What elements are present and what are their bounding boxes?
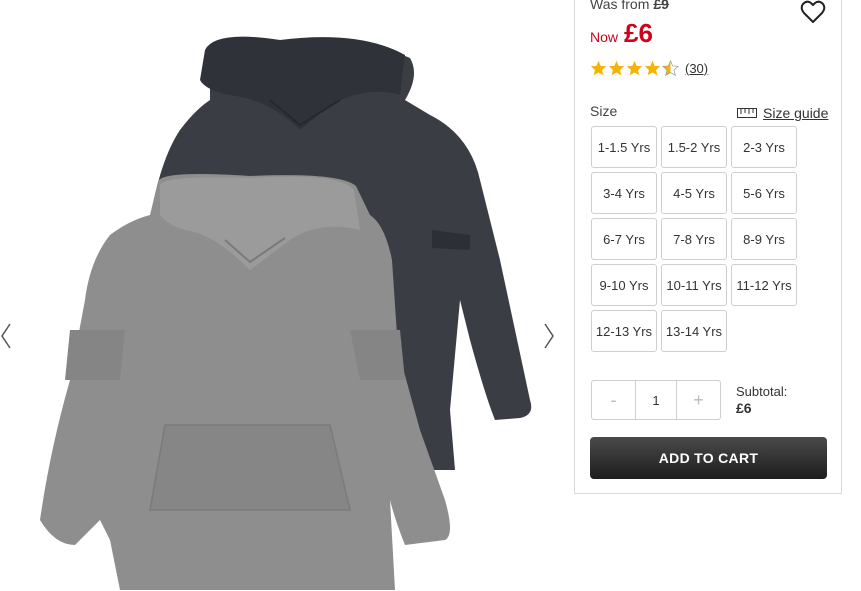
was-label: Was from bbox=[590, 0, 650, 12]
size-option-button[interactable]: 9-10 Yrs bbox=[591, 264, 657, 306]
subtotal-label: Subtotal: bbox=[736, 384, 788, 399]
quantity-value[interactable]: 1 bbox=[635, 381, 677, 419]
size-option-button[interactable]: 7-8 Yrs bbox=[661, 218, 727, 260]
size-label: Size bbox=[590, 103, 618, 119]
size-option-button[interactable]: 12-13 Yrs bbox=[591, 310, 657, 352]
size-option-button[interactable]: 1-1.5 Yrs bbox=[591, 126, 657, 168]
size-options: 1-1.5 Yrs 1.5-2 Yrs 2-3 Yrs 3-4 Yrs 4-5 Yrs 5… bbox=[591, 126, 797, 352]
was-price-line: Was from £9 bbox=[590, 0, 669, 12]
gallery-next-button[interactable] bbox=[543, 322, 563, 356]
star-icon bbox=[608, 60, 625, 76]
quantity-decrease-button[interactable]: - bbox=[592, 381, 635, 419]
star-icon bbox=[590, 60, 607, 76]
size-option-button[interactable]: 3-4 Yrs bbox=[591, 172, 657, 214]
star-icon bbox=[644, 60, 661, 76]
size-option-button[interactable]: 2-3 Yrs bbox=[731, 126, 797, 168]
product-image bbox=[40, 36, 532, 590]
quantity-stepper: - 1 + bbox=[591, 380, 721, 420]
size-guide-label: Size guide bbox=[763, 105, 829, 121]
gallery-prev-button[interactable] bbox=[0, 322, 20, 356]
now-price: £6 bbox=[624, 18, 653, 48]
review-count-link[interactable]: (30) bbox=[685, 61, 708, 76]
size-option-button[interactable]: 8-9 Yrs bbox=[731, 218, 797, 260]
subtotal: Subtotal: £6 bbox=[736, 383, 787, 417]
size-option-button[interactable]: 4-5 Yrs bbox=[661, 172, 727, 214]
size-option-button[interactable]: 6-7 Yrs bbox=[591, 218, 657, 260]
size-option-button[interactable]: 11-12 Yrs bbox=[731, 264, 797, 306]
chevron-right-icon bbox=[544, 323, 554, 349]
now-price-line: Now £6 bbox=[590, 18, 653, 49]
size-option-button[interactable]: 5-6 Yrs bbox=[731, 172, 797, 214]
chevron-left-icon bbox=[1, 323, 11, 349]
purchase-panel: Was from £9 Now £6 (30) Size Size guide … bbox=[574, 0, 842, 494]
size-option-button[interactable]: 13-14 Yrs bbox=[661, 310, 727, 352]
size-option-button[interactable]: 10-11 Yrs bbox=[661, 264, 727, 306]
size-guide-link[interactable]: Size guide bbox=[737, 105, 828, 121]
was-price: £9 bbox=[653, 0, 669, 12]
star-rating bbox=[590, 60, 679, 76]
quantity-increase-button[interactable]: + bbox=[677, 381, 720, 419]
size-option-button[interactable]: 1.5-2 Yrs bbox=[661, 126, 727, 168]
now-label: Now bbox=[590, 29, 619, 45]
subtotal-amount: £6 bbox=[736, 400, 752, 416]
star-half-icon bbox=[662, 60, 679, 76]
wishlist-button[interactable] bbox=[799, 0, 827, 26]
ruler-icon bbox=[737, 108, 757, 118]
rating: (30) bbox=[590, 60, 708, 76]
star-icon bbox=[626, 60, 643, 76]
add-to-cart-button[interactable]: ADD TO CART bbox=[590, 437, 827, 479]
heart-outline-icon bbox=[800, 0, 826, 23]
product-image-gallery bbox=[0, 0, 575, 591]
